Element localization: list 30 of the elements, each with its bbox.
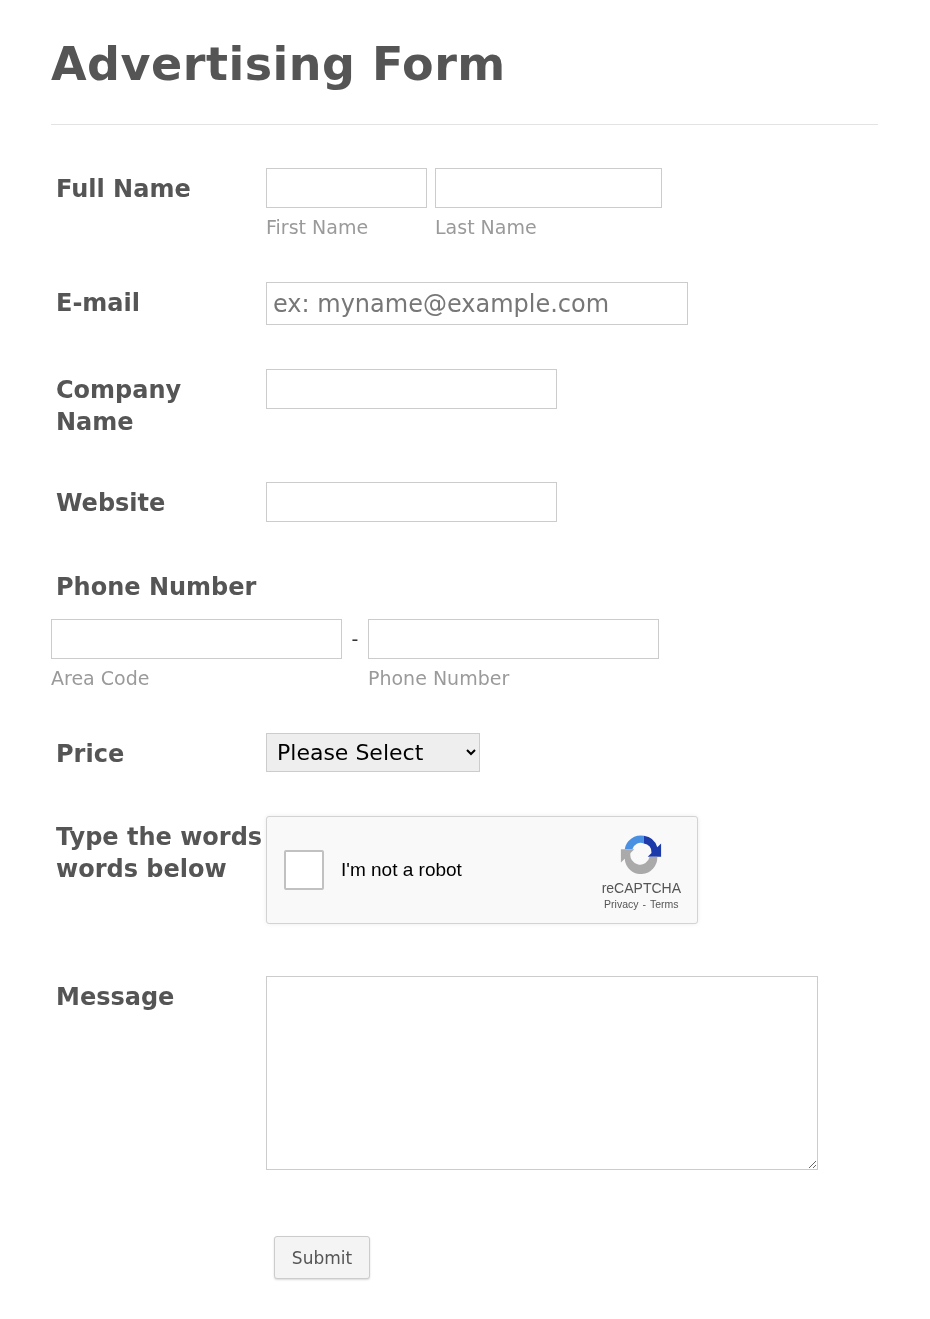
text-field[interactable] xyxy=(368,619,659,659)
separator: - xyxy=(642,898,646,910)
link[interactable]: Privacy xyxy=(604,898,639,910)
field-label: Full Name xyxy=(56,174,192,205)
field-label: Price xyxy=(56,739,126,770)
field-label: Phone Number xyxy=(55,572,257,603)
message-field[interactable] xyxy=(266,976,818,1170)
text-field[interactable] xyxy=(435,168,662,208)
checkbox-label: I'm not a robot xyxy=(341,859,463,881)
separator: - xyxy=(350,627,360,652)
submit-button[interactable]: Submit xyxy=(274,1236,370,1279)
field-label: Type the words words below xyxy=(56,822,264,885)
form-title: Advertising Form xyxy=(51,36,507,93)
text-field[interactable] xyxy=(266,369,557,409)
text-field[interactable]: ex: myname@example.com xyxy=(266,282,688,325)
text-field[interactable] xyxy=(266,168,427,208)
captcha-brand: reCAPTCHA xyxy=(601,880,681,896)
field-label: Message xyxy=(56,982,176,1013)
text-field[interactable] xyxy=(266,482,557,522)
field-label: Website xyxy=(56,488,167,519)
field-label: Company Name xyxy=(56,375,183,438)
select-field[interactable]: Please Select xyxy=(266,733,480,772)
field-sublabel: Area Code xyxy=(51,667,151,689)
link[interactable]: Terms xyxy=(650,898,679,910)
checkbox[interactable] xyxy=(284,850,324,890)
field-sublabel: Phone Number xyxy=(368,667,511,689)
field-label: E-mail xyxy=(56,288,141,319)
field-sublabel: First Name xyxy=(266,216,370,238)
field-sublabel: Last Name xyxy=(435,216,538,238)
text-field[interactable] xyxy=(51,619,342,659)
